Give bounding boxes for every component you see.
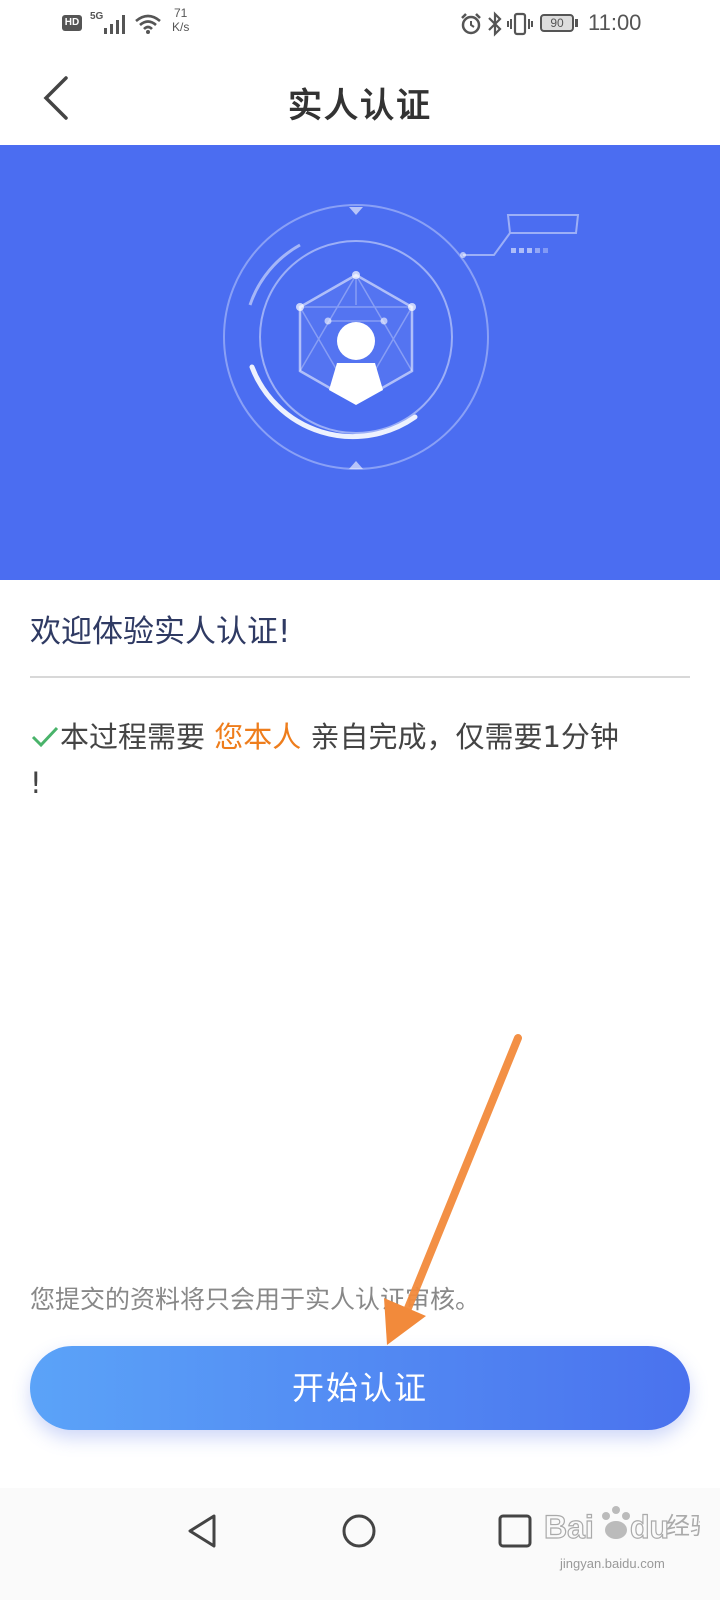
info-prefix: 本过程需要 xyxy=(60,720,206,754)
privacy-note: 您提交的资料将只会用于实人认证审核。 xyxy=(30,1285,481,1314)
bluetooth-icon xyxy=(488,11,502,37)
nav-home-icon[interactable] xyxy=(338,1510,380,1552)
nav-recent-icon[interactable] xyxy=(494,1510,536,1552)
info-text: 本过程需要 您本人 亲自完成，仅需要1分钟 ! xyxy=(30,714,680,806)
svg-text:du: du xyxy=(630,1509,669,1545)
network-speed: 71 K/s xyxy=(172,6,189,34)
speed-unit: K/s xyxy=(172,20,190,34)
wifi-icon xyxy=(135,14,161,34)
status-bar: HD 5G 71 K/s 90 11:00 xyxy=(0,0,720,50)
battery-icon: 90 xyxy=(540,14,574,32)
info-highlight: 您本人 xyxy=(214,720,302,754)
svg-text:Bai: Bai xyxy=(544,1509,594,1545)
divider xyxy=(30,676,690,678)
start-verification-button[interactable]: 开始认证 xyxy=(30,1346,690,1430)
battery-tip xyxy=(575,19,578,27)
face-recognition-avatar-icon xyxy=(223,204,580,470)
page-title: 实人认证 xyxy=(288,86,432,126)
vibrate-icon xyxy=(507,12,533,36)
hero-banner xyxy=(0,145,720,580)
alarm-icon xyxy=(461,13,481,35)
speed-value: 71 xyxy=(173,6,188,20)
welcome-heading: 欢迎体验实人认证! xyxy=(30,614,291,650)
watermark-url: jingyan.baidu.com xyxy=(560,1556,665,1571)
svg-text:经验: 经验 xyxy=(666,1512,700,1540)
nav-back-icon[interactable] xyxy=(182,1510,224,1552)
info-suffix: 亲自完成，仅需要1分钟 xyxy=(310,720,619,754)
header: 实人认证 xyxy=(0,50,720,145)
check-icon xyxy=(31,726,59,748)
info-end: ! xyxy=(30,766,42,800)
baidu-watermark-logo: Bai du 经验 xyxy=(543,1506,700,1546)
status-time: 11:00 xyxy=(588,10,642,35)
signal-icon xyxy=(104,15,125,34)
hd-badge: HD xyxy=(62,15,82,31)
